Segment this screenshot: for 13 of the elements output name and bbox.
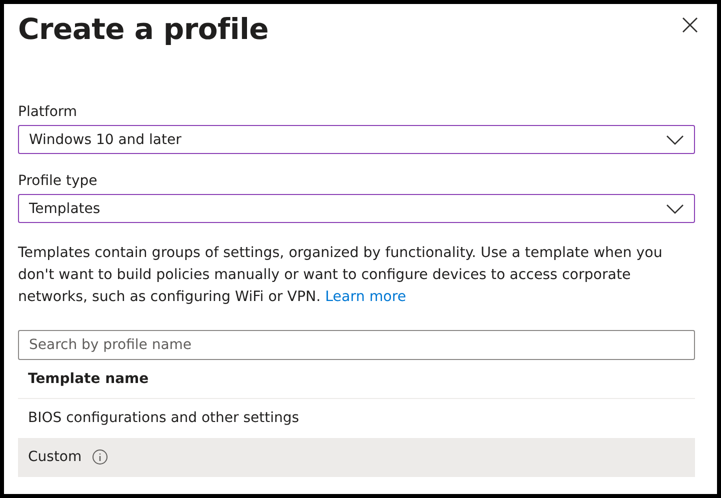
column-header: Template name — [28, 371, 149, 387]
chevron-icon — [666, 134, 684, 144]
description-text: Templates contain groups of settings, organized by functionality. Use a template when you don't want to build policies manually or want to configure devices to access corporate networks, such as configuring WiFi or VPN. Learn more — [18, 244, 664, 307]
search-field[interactable]: Search by profile name — [18, 330, 695, 360]
template-row[interactable]: BIOS configurations and other settings — [18, 399, 695, 438]
template-row[interactable]: Custom — [18, 438, 695, 477]
panel-title: Create a profile — [18, 12, 268, 46]
chevron-icon — [666, 204, 684, 214]
dropdown[interactable]: Windows 10 and later — [18, 125, 695, 154]
dropdown[interactable]: Templates — [18, 194, 695, 223]
field-label: Profile type — [18, 173, 98, 189]
field-label: Platform — [18, 104, 78, 120]
learn-more-link[interactable]: Learn more — [325, 289, 406, 305]
